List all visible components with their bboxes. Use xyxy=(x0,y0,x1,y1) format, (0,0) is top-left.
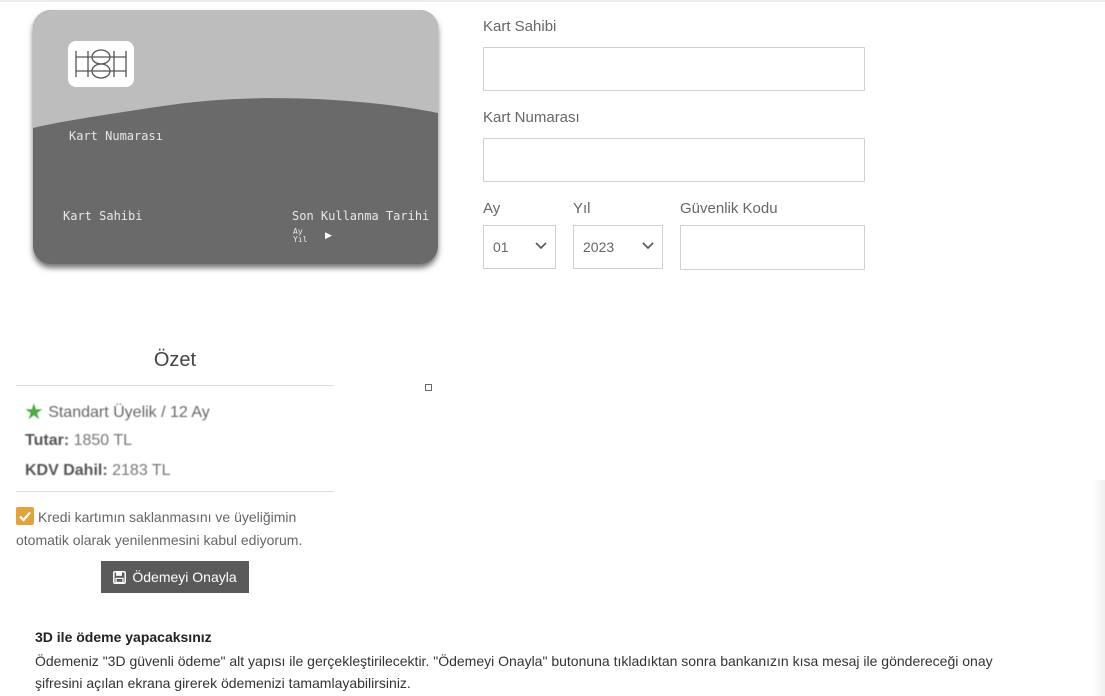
card-number-field-label: Kart Numarası xyxy=(483,109,580,126)
summary-vat: KDV Dahil: 2183 TL xyxy=(25,462,171,480)
summary-vat-value: 2183 TL xyxy=(112,462,171,479)
star-icon: ★ xyxy=(24,399,44,424)
summary-top-divider xyxy=(16,385,334,386)
right-edge-shadow xyxy=(1093,480,1105,696)
summary-vat-label: KDV Dahil: xyxy=(25,462,108,479)
year-field-label: Yıl xyxy=(573,200,591,217)
summary-bottom-divider xyxy=(16,491,334,492)
card-number-placeholder: Kart Numarası xyxy=(69,129,163,143)
broken-image-icon xyxy=(425,384,432,391)
credit-card-preview: Kart Numarası Kart Sahibi Son Kullanma T… xyxy=(33,10,438,264)
card-expiry-arrow-icon: ▶ xyxy=(325,230,332,240)
month-select-value: 01 xyxy=(493,239,509,255)
summary-amount-label: Tutar: xyxy=(25,432,70,449)
confirm-payment-button[interactable]: Ödemeyi Onayla xyxy=(101,561,249,593)
card-expiry-label: Son Kullanma Tarihi xyxy=(292,209,430,223)
top-divider xyxy=(0,0,1105,2)
card-holder-placeholder: Kart Sahibi xyxy=(63,209,143,223)
card-chip-icon xyxy=(68,41,134,87)
summary-plan-text: Standart Üyelik / 12 Ay xyxy=(48,404,210,421)
year-select-value: 2023 xyxy=(583,239,615,255)
month-field-label: Ay xyxy=(483,200,501,217)
security-code-input[interactable] xyxy=(680,225,865,270)
card-expiry-year-label: Yıl xyxy=(293,235,308,244)
card-number-input[interactable] xyxy=(483,138,865,182)
summary-amount: Tutar: 1850 TL xyxy=(25,432,132,450)
consent-text: Kredi kartımın saklanmasını ve üyeliğimi… xyxy=(16,509,303,548)
card-holder-input[interactable] xyxy=(483,47,865,91)
summary-title: Özet xyxy=(153,349,197,371)
chevron-down-icon xyxy=(642,242,654,250)
card-holder-field-label: Kart Sahibi xyxy=(483,18,557,35)
info-text: Ödemeniz "3D güvenli ödeme" alt yapısı i… xyxy=(35,653,993,691)
info-title: 3D ile ödeme yapacaksınız xyxy=(35,629,212,645)
summary-amount-value: 1850 TL xyxy=(73,432,133,449)
security-code-field-label: Güvenlik Kodu xyxy=(680,200,778,217)
confirm-payment-button-label: Ödemeyi Onayla xyxy=(132,569,237,585)
month-select[interactable]: 01 xyxy=(483,225,556,269)
chevron-down-icon xyxy=(535,242,547,250)
floppy-disk-icon xyxy=(113,570,127,584)
summary-plan: ★ Standart Üyelik / 12 Ay xyxy=(24,399,210,425)
year-select[interactable]: 2023 xyxy=(573,225,663,269)
